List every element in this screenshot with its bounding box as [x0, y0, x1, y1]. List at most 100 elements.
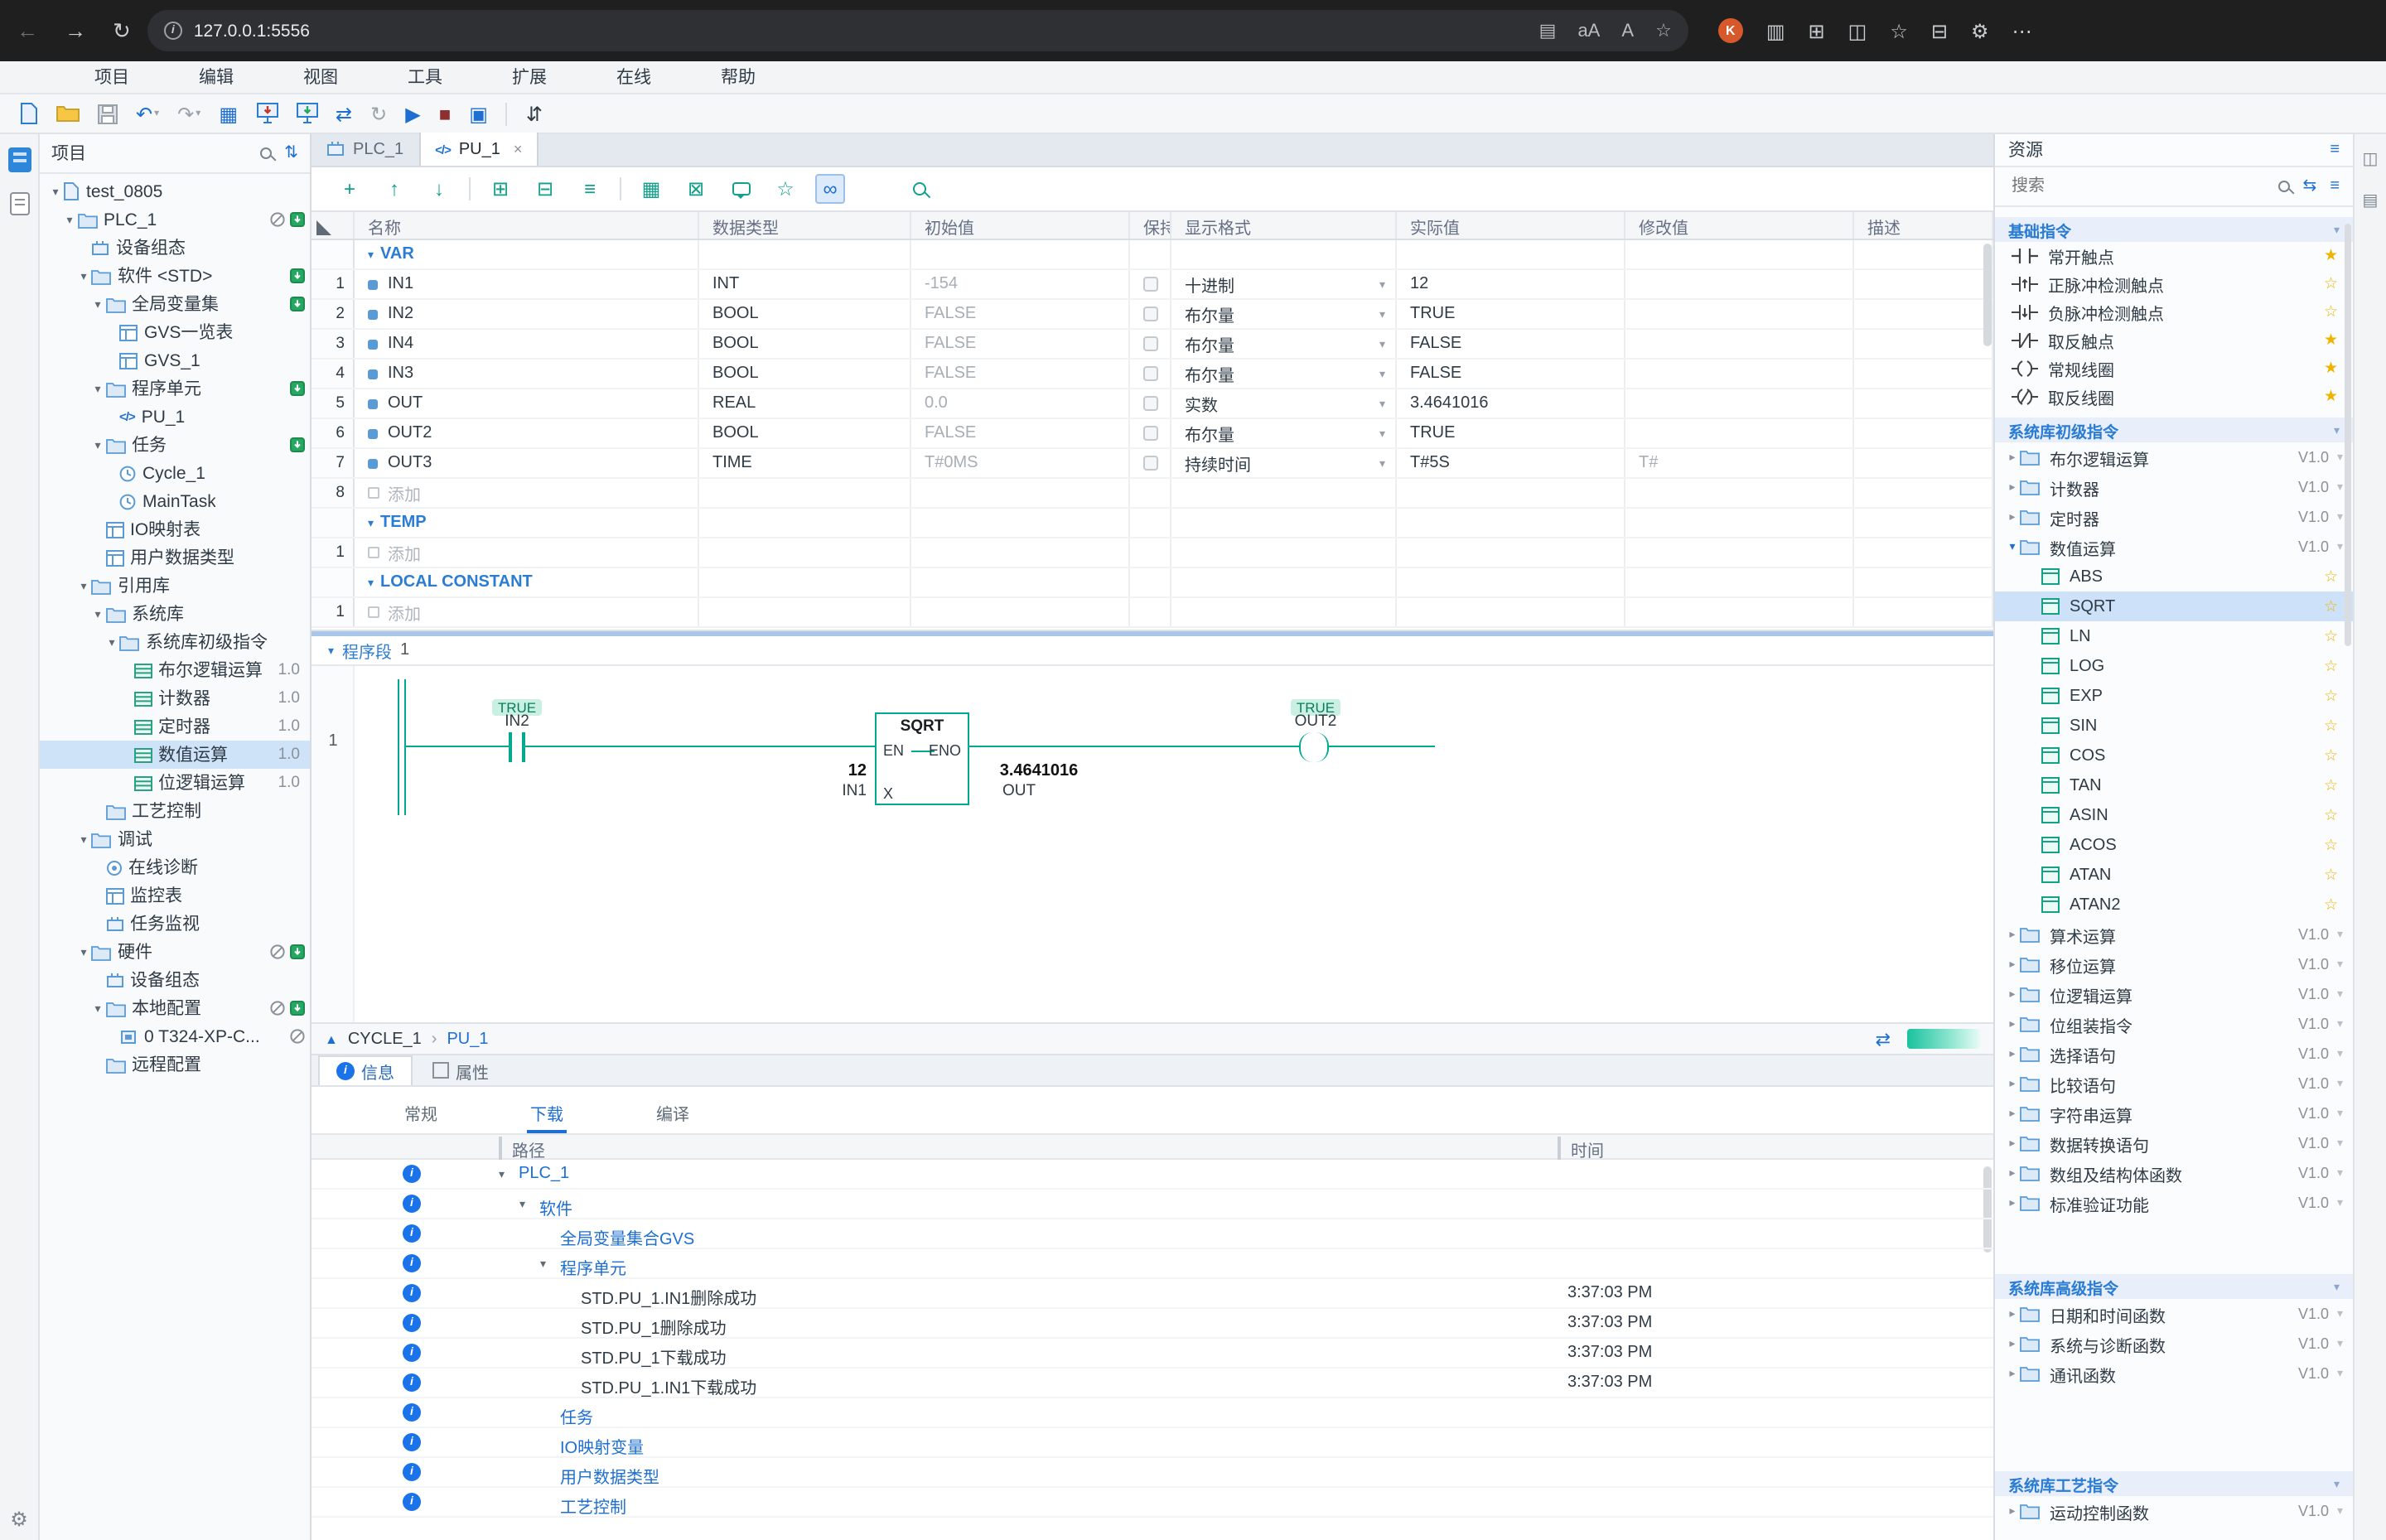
tab-属性[interactable]: 属性	[416, 1055, 505, 1085]
display-format-select[interactable]: 布尔量▾	[1171, 419, 1397, 447]
coil-name[interactable]: OUT2	[1266, 712, 1365, 731]
favorite-star-icon[interactable]: ☆	[1655, 20, 1672, 41]
tree-item[interactable]: 布尔逻辑运算1.0	[40, 656, 310, 684]
expand-arrow-icon[interactable]: ▸	[2005, 928, 2020, 941]
variable-type[interactable]: BOOL	[699, 360, 911, 388]
instruction-item[interactable]: 取反触点★	[1995, 326, 2353, 355]
compare-icon[interactable]: ▣	[469, 104, 488, 123]
tree-item[interactable]: 用户数据类型	[40, 543, 310, 572]
forward-button[interactable]: →	[65, 18, 86, 43]
panel-layout-icon[interactable]: ◫	[2363, 151, 2379, 169]
expand-arrow-icon[interactable]: ▸	[2005, 1107, 2020, 1120]
add-element-icon[interactable]: +	[335, 174, 365, 204]
new-project-icon[interactable]	[20, 103, 38, 124]
notes-icon[interactable]	[9, 192, 29, 215]
initial-value[interactable]: FALSE	[911, 360, 1130, 388]
expand-arrow-icon[interactable]: ▾	[104, 635, 119, 649]
open-project-icon[interactable]	[56, 104, 80, 123]
tab-信息[interactable]: i信息	[318, 1055, 413, 1085]
library-folder-item[interactable]: ▸数组及结构体函数V1.0▾	[1995, 1158, 2353, 1188]
variable-row[interactable]: 8添加	[312, 479, 1993, 509]
actual-value[interactable]: 3.4641016	[1397, 389, 1625, 418]
tree-item[interactable]: ▾程序单元	[40, 374, 310, 403]
display-format-select[interactable]: 布尔量▾	[1171, 300, 1397, 328]
tree-item[interactable]: ▾系统库	[40, 600, 310, 628]
expand-arrow-icon[interactable]: ▾	[76, 269, 91, 282]
menu-item[interactable]: 在线	[582, 60, 686, 94]
library-folder-item[interactable]: ▸定时器V1.0▾	[1995, 502, 2353, 532]
function-item[interactable]: ABS☆	[1995, 562, 2353, 591]
modify-value[interactable]	[1625, 419, 1854, 447]
library-folder-item[interactable]: ▸比较语句V1.0▾	[1995, 1069, 2353, 1098]
actual-value[interactable]: 12	[1397, 270, 1625, 298]
checkbox[interactable]	[1142, 277, 1157, 292]
subtab-编译[interactable]: 编译	[610, 1100, 736, 1133]
subtab-下载[interactable]: 下载	[484, 1100, 610, 1133]
tree-item[interactable]: ▾本地配置	[40, 994, 310, 1022]
filter-icon[interactable]: ≡	[2330, 177, 2340, 196]
instruction-item[interactable]: 正脉冲检测触点☆	[1995, 270, 2353, 298]
favorite-star-icon[interactable]: ☆	[2324, 687, 2338, 705]
function-item[interactable]: TAN☆	[1995, 770, 2353, 800]
save-icon[interactable]	[98, 104, 118, 123]
expand-arrow-icon[interactable]: ▾	[519, 1198, 525, 1211]
menu-item[interactable]: 编辑	[164, 60, 268, 94]
chevron-down-icon[interactable]: ▾	[368, 516, 374, 529]
tree-item[interactable]: </>PU_1	[40, 403, 310, 431]
function-item[interactable]: LN☆	[1995, 621, 2353, 651]
function-item[interactable]: ATAN☆	[1995, 860, 2353, 890]
tree-item[interactable]: ▾系统库初级指令	[40, 628, 310, 656]
instruction-item[interactable]: 取反线圈★	[1995, 383, 2353, 411]
wallet-icon[interactable]: ▥	[1766, 19, 1785, 42]
library-folder-item[interactable]: ▸标准验证功能V1.0▾	[1995, 1188, 2353, 1218]
message-link[interactable]: 程序单元	[560, 1254, 626, 1279]
chevron-down-icon[interactable]: ▾	[368, 248, 374, 261]
function-item[interactable]: LOG☆	[1995, 651, 2353, 681]
expand-arrow-icon[interactable]: ▸	[2005, 1196, 2020, 1209]
library-folder-item[interactable]: ▸日期和时间函数V1.0▾	[1995, 1299, 2353, 1329]
expand-arrow-icon[interactable]: ▸	[2005, 510, 2020, 524]
run-icon[interactable]: ▶	[405, 104, 420, 123]
library-folder-item[interactable]: ▸布尔逻辑运算V1.0▾	[1995, 442, 2353, 472]
expand-arrow-icon[interactable]: ▸	[2005, 1077, 2020, 1090]
more-icon[interactable]: ⋯	[2012, 19, 2032, 42]
modify-value[interactable]	[1625, 360, 1854, 388]
monitor-toggle-icon[interactable]: ∞	[815, 174, 845, 204]
variable-row[interactable]: 3IN4BOOLFALSE布尔量▾FALSE	[312, 330, 1993, 360]
description[interactable]	[1854, 389, 1993, 418]
move-down-icon[interactable]: ↓	[424, 174, 454, 204]
tree-item[interactable]: ▾全局变量集	[40, 290, 310, 318]
menu-item[interactable]: 帮助	[686, 60, 790, 94]
function-item[interactable]: ATAN2☆	[1995, 890, 2353, 920]
favorite-star-icon[interactable]: ★	[2324, 360, 2338, 378]
back-button[interactable]: ←	[17, 18, 38, 43]
section-header[interactable]: 系统库工艺指令▾	[1995, 1471, 2353, 1496]
library-folder-item[interactable]: ▸运动控制函数V1.0▾	[1995, 1496, 2353, 1526]
checkbox[interactable]	[1142, 396, 1157, 411]
variable-name[interactable]: IN2	[355, 300, 699, 328]
immersive-reader-icon[interactable]: A	[1621, 21, 1634, 41]
collapse-all-icon[interactable]: ≡	[2330, 141, 2340, 159]
favorites-bar-icon[interactable]: ☆	[1890, 19, 1908, 42]
variable-row[interactable]: 1添加	[312, 598, 1993, 628]
display-format-select[interactable]: 十进制▾	[1171, 270, 1397, 298]
tree-item[interactable]: ▾引用库	[40, 572, 310, 600]
function-block-sqrt[interactable]: SQRT EN ENO X	[875, 712, 969, 805]
description[interactable]	[1854, 449, 1993, 477]
edit-mode-icon[interactable]: ⊠	[681, 174, 711, 204]
library-folder-item[interactable]: ▸通讯函数V1.0▾	[1995, 1359, 2353, 1388]
address-bar[interactable]: i 127.0.0.1:5556 ▤aAA☆	[147, 10, 1688, 51]
expand-arrow-icon[interactable]: ▸	[2005, 987, 2020, 1001]
tree-item[interactable]: ▾调试	[40, 825, 310, 853]
expand-arrow-icon[interactable]: ▾	[48, 185, 63, 198]
section-header[interactable]: 系统库初级指令▾	[1995, 418, 2353, 442]
comment-icon[interactable]	[726, 174, 756, 204]
library-folder-item[interactable]: ▸选择语句V1.0▾	[1995, 1039, 2353, 1069]
expand-arrow-icon[interactable]: ▾	[90, 438, 105, 451]
expand-arrow-icon[interactable]: ▸	[2005, 451, 2020, 464]
library-folder-item[interactable]: ▸位组装指令V1.0▾	[1995, 1009, 2353, 1039]
instruction-item[interactable]: 常规线圈★	[1995, 355, 2353, 383]
tree-item[interactable]: Cycle_1	[40, 459, 310, 487]
expand-arrow-icon[interactable]: ▾	[76, 945, 91, 958]
favorite-star-icon[interactable]: ☆	[2324, 657, 2338, 675]
